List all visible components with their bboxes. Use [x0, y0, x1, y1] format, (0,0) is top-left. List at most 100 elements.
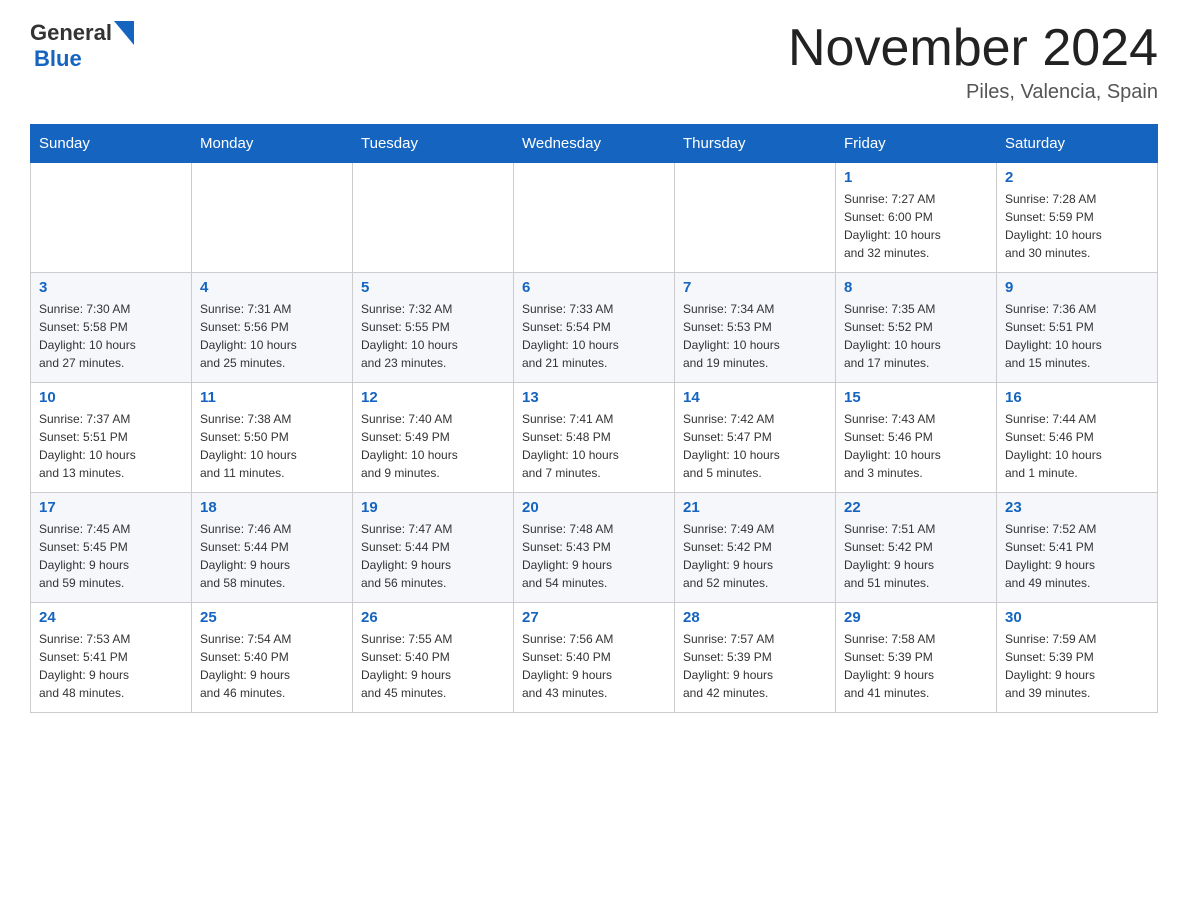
calendar-day-cell: 23 Sunrise: 7:52 AM Sunset: 5:41 PM Dayli… — [997, 493, 1158, 603]
day-number: 7 — [683, 279, 827, 296]
calendar-day-cell: 2 Sunrise: 7:28 AM Sunset: 5:59 PM Daylig… — [997, 163, 1158, 273]
day-number: 13 — [522, 389, 666, 406]
calendar-week-row: 24 Sunrise: 7:53 AM Sunset: 5:41 PM Dayli… — [31, 603, 1158, 713]
day-info: Sunrise: 7:42 AM Sunset: 5:47 PM Dayligh… — [683, 410, 827, 482]
calendar-day-cell: 28 Sunrise: 7:57 AM Sunset: 5:39 PM Dayli… — [675, 603, 836, 713]
day-info: Sunrise: 7:41 AM Sunset: 5:48 PM Dayligh… — [522, 410, 666, 482]
calendar-day-cell: 4 Sunrise: 7:31 AM Sunset: 5:56 PM Daylig… — [192, 273, 353, 383]
calendar-subtitle: Piles, Valencia, Spain — [788, 81, 1158, 104]
day-number: 23 — [1005, 499, 1149, 516]
day-number: 19 — [361, 499, 505, 516]
day-number: 20 — [522, 499, 666, 516]
day-number: 16 — [1005, 389, 1149, 406]
calendar-day-cell: 13 Sunrise: 7:41 AM Sunset: 5:48 PM Dayli… — [514, 383, 675, 493]
calendar-week-row: 3Sunrise: 7:30 AM Sunset: 5:58 PM Daylig… — [31, 273, 1158, 383]
day-number: 17 — [39, 499, 183, 516]
calendar-day-cell — [31, 163, 192, 273]
calendar-day-cell: 15 Sunrise: 7:43 AM Sunset: 5:46 PM Dayli… — [836, 383, 997, 493]
calendar-day-cell: 11 Sunrise: 7:38 AM Sunset: 5:50 PM Dayli… — [192, 383, 353, 493]
calendar-day-header: Friday — [836, 125, 997, 163]
calendar-day-cell: 27 Sunrise: 7:56 AM Sunset: 5:40 PM Dayli… — [514, 603, 675, 713]
day-number: 4 — [200, 279, 344, 296]
calendar-day-cell: 24 Sunrise: 7:53 AM Sunset: 5:41 PM Dayli… — [31, 603, 192, 713]
day-number: 24 — [39, 609, 183, 626]
calendar-title: November 2024 — [788, 20, 1158, 77]
calendar-week-row: 10Sunrise: 7:37 AM Sunset: 5:51 PM Dayli… — [31, 383, 1158, 493]
logo-general-text: General — [30, 20, 112, 46]
day-info: Sunrise: 7:59 AM Sunset: 5:39 PM Dayligh… — [1005, 630, 1149, 702]
calendar-day-cell: 16 Sunrise: 7:44 AM Sunset: 5:46 PM Dayli… — [997, 383, 1158, 493]
calendar-day-cell: 21 Sunrise: 7:49 AM Sunset: 5:42 PM Dayli… — [675, 493, 836, 603]
day-number: 15 — [844, 389, 988, 406]
calendar-day-cell: 26 Sunrise: 7:55 AM Sunset: 5:40 PM Dayli… — [353, 603, 514, 713]
calendar-day-header: Tuesday — [353, 125, 514, 163]
calendar-day-cell — [353, 163, 514, 273]
calendar-day-cell: 5 Sunrise: 7:32 AM Sunset: 5:55 PM Daylig… — [353, 273, 514, 383]
day-info: Sunrise: 7:47 AM Sunset: 5:44 PM Dayligh… — [361, 520, 505, 592]
day-number: 8 — [844, 279, 988, 296]
calendar-day-header: Thursday — [675, 125, 836, 163]
day-number: 18 — [200, 499, 344, 516]
calendar-day-cell: 6 Sunrise: 7:33 AM Sunset: 5:54 PM Daylig… — [514, 273, 675, 383]
day-info: Sunrise: 7:51 AM Sunset: 5:42 PM Dayligh… — [844, 520, 988, 592]
calendar-day-cell: 8Sunrise: 7:35 AM Sunset: 5:52 PM Daylig… — [836, 273, 997, 383]
day-info: Sunrise: 7:34 AM Sunset: 5:53 PM Dayligh… — [683, 300, 827, 372]
calendar-week-row: 17 Sunrise: 7:45 AM Sunset: 5:45 PM Dayli… — [31, 493, 1158, 603]
day-info: Sunrise: 7:48 AM Sunset: 5:43 PM Dayligh… — [522, 520, 666, 592]
day-info: Sunrise: 7:53 AM Sunset: 5:41 PM Dayligh… — [39, 630, 183, 702]
logo: General Blue — [30, 20, 136, 72]
calendar-table: SundayMondayTuesdayWednesdayThursdayFrid… — [30, 124, 1158, 713]
calendar-day-cell: 22 Sunrise: 7:51 AM Sunset: 5:42 PM Dayli… — [836, 493, 997, 603]
day-number: 22 — [844, 499, 988, 516]
calendar-day-cell: 1 Sunrise: 7:27 AM Sunset: 6:00 PM Daylig… — [836, 163, 997, 273]
day-info: Sunrise: 7:56 AM Sunset: 5:40 PM Dayligh… — [522, 630, 666, 702]
day-number: 14 — [683, 389, 827, 406]
day-info: Sunrise: 7:45 AM Sunset: 5:45 PM Dayligh… — [39, 520, 183, 592]
day-info: Sunrise: 7:44 AM Sunset: 5:46 PM Dayligh… — [1005, 410, 1149, 482]
day-info: Sunrise: 7:49 AM Sunset: 5:42 PM Dayligh… — [683, 520, 827, 592]
calendar-day-cell: 19 Sunrise: 7:47 AM Sunset: 5:44 PM Dayli… — [353, 493, 514, 603]
day-number: 26 — [361, 609, 505, 626]
calendar-day-cell: 18 Sunrise: 7:46 AM Sunset: 5:44 PM Dayli… — [192, 493, 353, 603]
day-number: 28 — [683, 609, 827, 626]
day-info: Sunrise: 7:33 AM Sunset: 5:54 PM Dayligh… — [522, 300, 666, 372]
day-info: Sunrise: 7:43 AM Sunset: 5:46 PM Dayligh… — [844, 410, 988, 482]
day-info: Sunrise: 7:52 AM Sunset: 5:41 PM Dayligh… — [1005, 520, 1149, 592]
day-number: 27 — [522, 609, 666, 626]
day-number: 21 — [683, 499, 827, 516]
day-number: 6 — [522, 279, 666, 296]
day-number: 5 — [361, 279, 505, 296]
day-number: 2 — [1005, 169, 1149, 186]
calendar-day-cell — [675, 163, 836, 273]
day-info: Sunrise: 7:32 AM Sunset: 5:55 PM Dayligh… — [361, 300, 505, 372]
day-info: Sunrise: 7:40 AM Sunset: 5:49 PM Dayligh… — [361, 410, 505, 482]
logo-blue-text: Blue — [34, 46, 82, 71]
calendar-day-cell: 7 Sunrise: 7:34 AM Sunset: 5:53 PM Daylig… — [675, 273, 836, 383]
day-info: Sunrise: 7:54 AM Sunset: 5:40 PM Dayligh… — [200, 630, 344, 702]
calendar-day-cell: 25Sunrise: 7:54 AM Sunset: 5:40 PM Dayli… — [192, 603, 353, 713]
day-number: 11 — [200, 389, 344, 406]
calendar-week-row: 1 Sunrise: 7:27 AM Sunset: 6:00 PM Daylig… — [31, 163, 1158, 273]
day-info: Sunrise: 7:46 AM Sunset: 5:44 PM Dayligh… — [200, 520, 344, 592]
day-number: 10 — [39, 389, 183, 406]
day-info: Sunrise: 7:28 AM Sunset: 5:59 PM Dayligh… — [1005, 190, 1149, 262]
title-area: November 2024 Piles, Valencia, Spain — [788, 20, 1158, 104]
day-number: 9 — [1005, 279, 1149, 296]
calendar-day-cell: 14 Sunrise: 7:42 AM Sunset: 5:47 PM Dayli… — [675, 383, 836, 493]
day-number: 12 — [361, 389, 505, 406]
day-info: Sunrise: 7:57 AM Sunset: 5:39 PM Dayligh… — [683, 630, 827, 702]
day-info: Sunrise: 7:31 AM Sunset: 5:56 PM Dayligh… — [200, 300, 344, 372]
day-number: 1 — [844, 169, 988, 186]
calendar-day-cell: 3Sunrise: 7:30 AM Sunset: 5:58 PM Daylig… — [31, 273, 192, 383]
day-info: Sunrise: 7:55 AM Sunset: 5:40 PM Dayligh… — [361, 630, 505, 702]
calendar-header-row: SundayMondayTuesdayWednesdayThursdayFrid… — [31, 125, 1158, 163]
calendar-day-cell: 17 Sunrise: 7:45 AM Sunset: 5:45 PM Dayli… — [31, 493, 192, 603]
day-info: Sunrise: 7:38 AM Sunset: 5:50 PM Dayligh… — [200, 410, 344, 482]
page-header: General Blue November 2024 Piles, Valenc… — [30, 20, 1158, 104]
day-number: 29 — [844, 609, 988, 626]
day-info: Sunrise: 7:27 AM Sunset: 6:00 PM Dayligh… — [844, 190, 988, 262]
calendar-day-header: Saturday — [997, 125, 1158, 163]
calendar-day-cell — [192, 163, 353, 273]
calendar-day-cell: 20 Sunrise: 7:48 AM Sunset: 5:43 PM Dayli… — [514, 493, 675, 603]
calendar-day-header: Monday — [192, 125, 353, 163]
